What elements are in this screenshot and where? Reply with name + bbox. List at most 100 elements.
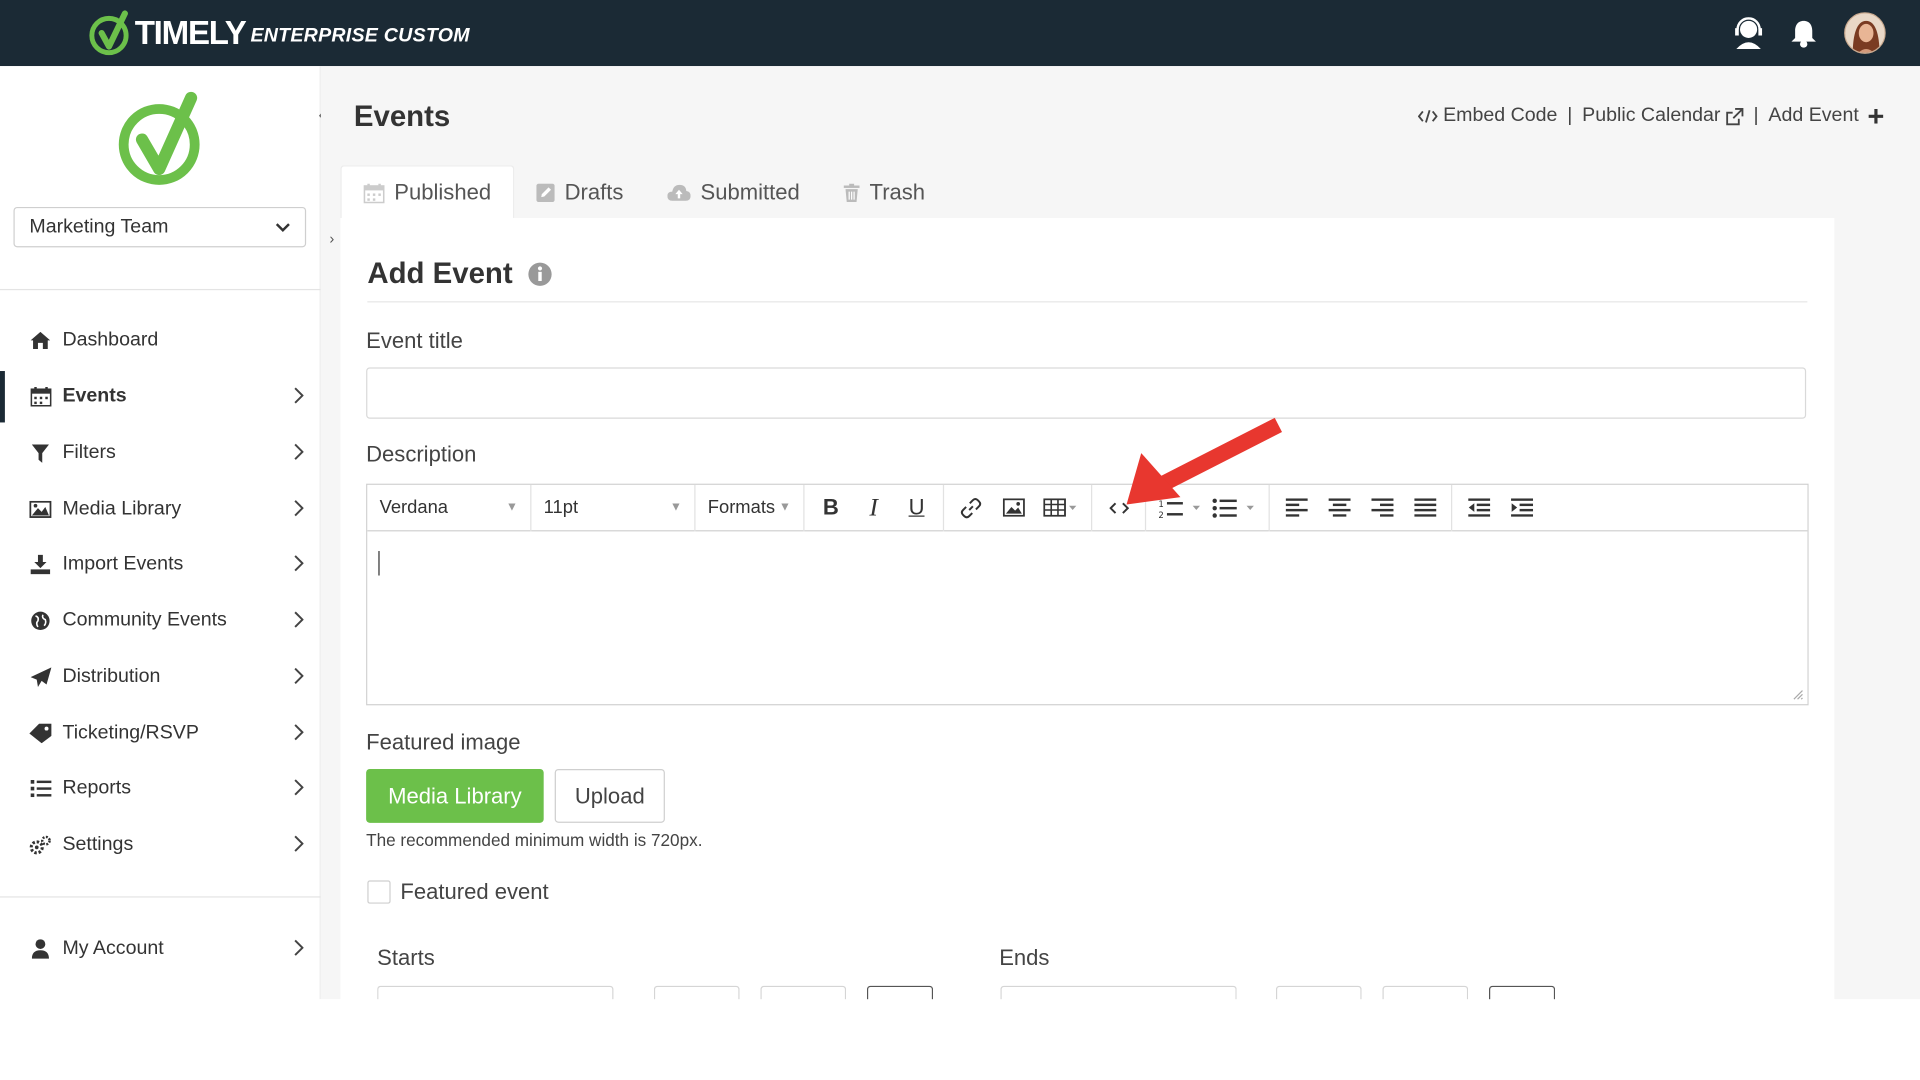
- align-center-icon[interactable]: [1318, 489, 1361, 526]
- gears-icon: [29, 834, 51, 856]
- annotation-arrow-icon: [1126, 417, 1282, 505]
- tab-submitted[interactable]: Submitted: [645, 165, 821, 219]
- top-icons: [1734, 12, 1886, 54]
- team-select[interactable]: Marketing Team: [13, 206, 307, 248]
- link-separator: |: [1753, 105, 1759, 127]
- download-icon: [29, 553, 51, 575]
- tab-published[interactable]: Published: [340, 165, 515, 220]
- embed-code-link[interactable]: Embed Code: [1417, 105, 1557, 127]
- tab-label: Drafts: [564, 179, 624, 204]
- chevron-right-icon: [294, 500, 304, 517]
- italic-icon[interactable]: I: [852, 489, 895, 526]
- outdent-icon[interactable]: [1457, 489, 1500, 526]
- public-calendar-link[interactable]: Public Calendar: [1582, 105, 1744, 127]
- resize-handle-icon[interactable]: [1791, 688, 1803, 700]
- list-icon: [29, 778, 51, 800]
- cloud-upload-icon: [667, 184, 691, 201]
- add-event-link[interactable]: Add Event: [1768, 105, 1884, 127]
- sidebar-item-label: Ticketing/RSVP: [62, 722, 199, 744]
- description-editor: Verdana ▼ 11pt ▼ Formats ▼ B I U 1 2: [366, 483, 1809, 706]
- link-icon[interactable]: [949, 489, 992, 526]
- sidebar-item-label: My Account: [62, 937, 164, 959]
- tab-trash[interactable]: Trash: [822, 165, 947, 219]
- sidebar-item-distribution[interactable]: Distribution: [0, 651, 321, 702]
- align-justify-icon[interactable]: [1403, 489, 1446, 526]
- team-select-value: Marketing Team: [29, 216, 169, 237]
- chevron-right-icon: [294, 443, 304, 460]
- table-icon[interactable]: [1035, 489, 1086, 526]
- external-link-icon: [1726, 107, 1744, 125]
- tab-label: Published: [394, 180, 492, 205]
- font-size-value: 11pt: [543, 497, 579, 518]
- code-icon: [1417, 109, 1437, 123]
- top-bar: TIMELY ENTERPRISE CUSTOM: [0, 0, 1920, 67]
- bottom-crop-area: [0, 999, 1920, 1080]
- panel-divider: [367, 301, 1808, 303]
- brand-edition: ENTERPRISE CUSTOM: [250, 25, 470, 47]
- sidebar-item-label: Dashboard: [62, 329, 159, 351]
- event-title-input[interactable]: [366, 367, 1807, 419]
- upload-button[interactable]: Upload: [554, 768, 665, 823]
- trash-icon: [843, 183, 860, 202]
- featured-event-checkbox[interactable]: [367, 880, 391, 904]
- chevron-right-icon: [294, 939, 304, 956]
- support-agent-icon[interactable]: [1734, 17, 1763, 49]
- sidebar-item-filters[interactable]: Filters: [0, 427, 321, 478]
- sidebar-item-dashboard[interactable]: Dashboard: [0, 315, 321, 366]
- sidebar-item-settings[interactable]: Settings: [0, 819, 321, 870]
- sidebar-divider: [0, 896, 321, 898]
- bold-icon[interactable]: B: [809, 489, 852, 526]
- indent-icon[interactable]: [1500, 489, 1543, 526]
- sidebar-item-ticketing[interactable]: Ticketing/RSVP: [0, 708, 321, 759]
- chevron-right-icon: [294, 835, 304, 852]
- insert-image-icon[interactable]: [992, 489, 1035, 526]
- font-size-select[interactable]: 11pt ▼: [531, 484, 696, 531]
- sidebar-divider: [0, 288, 321, 291]
- sidebar-item-label: Reports: [62, 777, 132, 799]
- sidebar-item-media-library[interactable]: Media Library: [0, 484, 321, 535]
- bell-icon[interactable]: [1790, 18, 1817, 48]
- brand-logo[interactable]: TIMELY ENTERPRISE CUSTOM: [88, 10, 470, 57]
- public-calendar-label: Public Calendar: [1582, 105, 1721, 127]
- header-links: Embed Code | Public Calendar | Add Event: [1417, 105, 1884, 127]
- featured-event-label: Featured event: [400, 879, 549, 904]
- media-library-button[interactable]: Media Library: [366, 768, 544, 823]
- sidebar-item-events[interactable]: Events: [0, 371, 321, 423]
- add-event-heading: Add Event: [367, 257, 513, 291]
- sidebar-item-label: Media Library: [62, 498, 182, 520]
- sidebar-item-label: Distribution: [62, 666, 161, 687]
- brand-name: TIMELY: [134, 14, 247, 51]
- ends-label: Ends: [999, 945, 1050, 970]
- info-icon[interactable]: [527, 262, 552, 286]
- chevron-right-icon: [294, 555, 304, 572]
- screenshot: TIMELY ENTERPRISE CUSTOM Marketing Team …: [0, 0, 1920, 1080]
- ticket-icon: [29, 722, 52, 744]
- sidebar-item-community-events[interactable]: Community Events: [0, 595, 321, 646]
- indent-group: [1452, 484, 1548, 531]
- image-icon: [29, 498, 52, 520]
- formats-select[interactable]: Formats ▼: [696, 484, 805, 531]
- expand-panel-toggle[interactable]: ›: [329, 230, 334, 247]
- underline-icon[interactable]: U: [895, 489, 938, 526]
- tab-label: Submitted: [700, 179, 800, 204]
- sidebar-item-label: Import Events: [62, 553, 184, 575]
- editor-toolbar: Verdana ▼ 11pt ▼ Formats ▼ B I U 1 2: [367, 484, 1808, 532]
- align-right-icon[interactable]: [1360, 489, 1403, 526]
- font-family-select[interactable]: Verdana ▼: [367, 484, 532, 531]
- font-family-value: Verdana: [379, 497, 449, 518]
- sidebar-item-my-account[interactable]: My Account: [0, 923, 321, 974]
- edit-icon: [536, 183, 555, 202]
- description-text-area[interactable]: [367, 531, 1808, 705]
- user-avatar[interactable]: [1844, 12, 1886, 54]
- sidebar-item-label: Settings: [62, 833, 134, 855]
- sidebar-item-import-events[interactable]: Import Events: [0, 539, 321, 590]
- caret-down-icon: ▼: [505, 500, 518, 515]
- text-cursor: [378, 551, 380, 576]
- chevron-down-icon: [275, 222, 290, 232]
- sidebar-item-label: Events: [62, 385, 127, 407]
- sidebar-item-reports[interactable]: Reports: [0, 763, 321, 814]
- timely-logo-icon: [118, 91, 200, 185]
- plus-icon: [1868, 108, 1884, 124]
- chevron-right-icon: [294, 779, 304, 796]
- tab-drafts[interactable]: Drafts: [514, 165, 645, 219]
